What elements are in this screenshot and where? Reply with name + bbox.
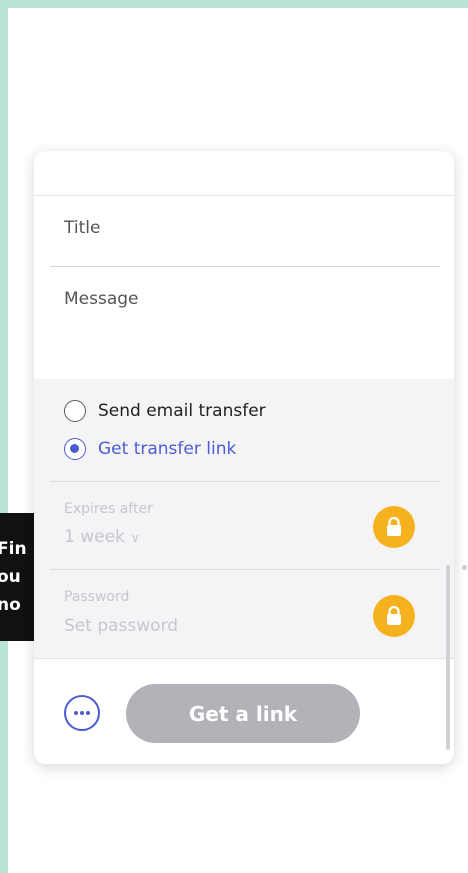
lock-glyph <box>387 606 401 625</box>
radio-get-link[interactable]: Get transfer link <box>64 438 236 460</box>
lock-icon[interactable] <box>373 506 415 548</box>
scroll-indicator-dot <box>462 565 467 570</box>
radio-label: Send email transfer <box>98 401 266 421</box>
password-input[interactable]: Set password <box>64 616 178 636</box>
lock-glyph <box>387 517 401 536</box>
lock-icon[interactable] <box>373 595 415 637</box>
title-field-row <box>50 196 440 267</box>
message-input[interactable] <box>64 289 394 349</box>
radio-send-email[interactable]: Send email transfer <box>64 400 266 422</box>
panel-header <box>34 151 454 196</box>
chevron-down-icon: ∨ <box>130 531 140 545</box>
scrollbar[interactable] <box>446 565 450 750</box>
divider <box>50 481 440 482</box>
transfer-panel: Send email transfer Get transfer link Ex… <box>34 151 454 764</box>
radio-button[interactable] <box>64 400 86 422</box>
expires-value: 1 week <box>64 527 125 547</box>
action-bar: Get a link <box>34 658 454 764</box>
message-field-row <box>34 267 454 380</box>
expires-select[interactable]: 1 week ∨ <box>64 527 140 547</box>
expires-label: Expires after <box>64 501 153 517</box>
password-label: Password <box>64 589 130 605</box>
divider <box>50 569 440 570</box>
get-link-button[interactable]: Get a link <box>126 684 360 743</box>
more-options-icon[interactable] <box>64 695 100 731</box>
title-input[interactable] <box>64 218 364 238</box>
ellipsis-glyph <box>74 711 90 715</box>
radio-button-selected[interactable] <box>64 438 86 460</box>
radio-label: Get transfer link <box>98 439 237 459</box>
